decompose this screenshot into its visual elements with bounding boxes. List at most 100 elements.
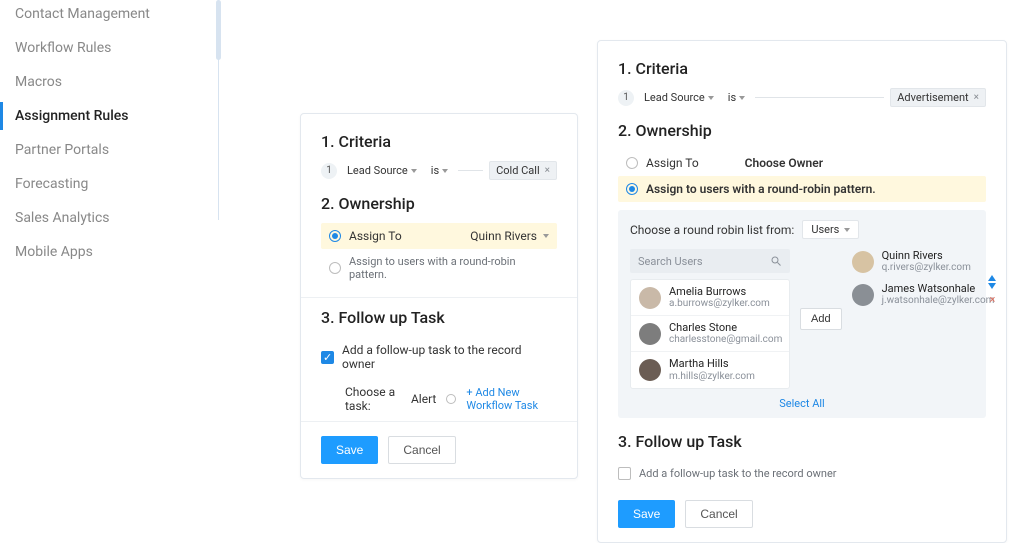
criteria-value-line [755,97,884,98]
close-icon[interactable]: × [974,92,979,103]
round-robin-head: Choose a round robin list from: Users [630,220,974,239]
avatar [639,359,661,381]
criteria-value-chip[interactable]: Cold Call × [489,161,557,180]
criteria-operator-select[interactable]: is [724,89,749,106]
radio-icon[interactable] [446,394,456,404]
selected-user-item[interactable]: Quinn Rivers q.rivers@zylker.com [852,249,995,274]
criteria-row: 1 Lead Source is Cold Call × [321,161,557,180]
user-name: Martha Hills [669,357,755,370]
reorder-controls: × [988,275,996,306]
sidebar-item-macros[interactable]: Macros [0,68,200,96]
round-robin-option[interactable]: Assign to users with a round-robin patte… [618,176,986,202]
available-users-column: Search Users Amelia Burrows a.burrows@zy… [630,249,790,389]
checkbox-icon [321,351,334,364]
followup-checkbox-label: Add a follow-up task to the record owner [639,467,837,480]
button-row: Save Cancel [321,436,557,464]
owner-select[interactable]: Quinn Rivers [470,229,549,243]
user-email: a.burrows@zylker.com [669,298,770,310]
criteria-value-chip[interactable]: Advertisement × [890,88,986,107]
checkbox-icon [618,467,631,480]
search-icon [770,255,782,267]
selected-user-item[interactable]: James Watsonhale j.watsonhale@zylker.com [852,282,995,307]
cancel-button[interactable]: Cancel [388,436,455,464]
user-name: Amelia Burrows [669,285,770,298]
choose-owner-label: Choose Owner [745,156,823,170]
add-workflow-task-link[interactable]: + Add New Workflow Task [466,386,557,412]
round-robin-option[interactable]: Assign to users with a round-robin patte… [321,249,557,287]
chevron-down-icon [411,169,417,173]
sidebar-nav: Contact Management Workflow Rules Macros… [0,0,210,272]
avatar [852,251,874,273]
close-icon[interactable]: × [545,165,550,176]
round-robin-box: Choose a round robin list from: Users Se… [618,210,986,418]
ownership-title: 2. Ownership [321,194,557,213]
user-email: j.watsonhale@zylker.com [882,295,995,307]
button-row: Save Cancel [618,500,986,528]
ownership-title: 2. Ownership [618,121,986,140]
criteria-field-select[interactable]: Lead Source [343,162,421,179]
sidebar-item-assignment-rules[interactable]: Assignment Rules [0,102,200,130]
round-robin-head-label: Choose a round robin list from: [630,223,794,237]
user-item[interactable]: Martha Hills m.hills@zylker.com [631,352,789,387]
rule-panel-right: 1. Criteria 1 Lead Source is Advertiseme… [597,40,1007,543]
assign-to-label: Assign To [349,229,402,243]
avatar [852,284,874,306]
sidebar-item-partner-portals[interactable]: Partner Portals [0,136,200,164]
criteria-index: 1 [618,90,634,106]
chevron-down-icon [543,234,549,238]
owner-value: Quinn Rivers [470,229,537,243]
round-robin-from-select[interactable]: Users [802,220,859,239]
choose-task-value: Alert [411,392,436,406]
avatar [639,287,661,309]
sidebar-item-contact-management[interactable]: Contact Management [0,0,200,28]
save-button[interactable]: Save [321,436,378,464]
cancel-button[interactable]: Cancel [685,500,752,528]
sidebar-item-forecasting[interactable]: Forecasting [0,170,200,198]
criteria-title: 1. Criteria [321,132,557,151]
choose-task-label: Choose a task: [345,385,401,413]
criteria-index: 1 [321,163,337,179]
sidebar-item-workflow-rules[interactable]: Workflow Rules [0,34,200,62]
select-all-link[interactable]: Select All [630,389,974,410]
move-down-icon[interactable] [988,283,996,289]
round-robin-label: Assign to users with a round-robin patte… [646,182,876,196]
sidebar-item-mobile-apps[interactable]: Mobile Apps [0,238,200,266]
criteria-field-label: Lead Source [644,91,705,104]
criteria-title: 1. Criteria [618,59,986,78]
criteria-field-label: Lead Source [347,164,408,177]
user-item[interactable]: Amelia Burrows a.burrows@zylker.com [631,280,789,316]
round-robin-label: Assign to users with a round-robin patte… [349,255,549,281]
user-email: charlesstone@gmail.com [669,334,782,346]
selected-users-column: Quinn Rivers q.rivers@zylker.com James W… [852,249,995,389]
user-name: James Watsonhale [882,282,995,295]
save-button[interactable]: Save [618,500,675,528]
chevron-down-icon [442,169,448,173]
chevron-down-icon [708,96,714,100]
user-item[interactable]: Charles Stone charlesstone@gmail.com [631,316,789,352]
assign-to-option[interactable]: Assign To Quinn Rivers [321,223,557,249]
remove-icon[interactable]: × [989,293,995,306]
available-users-list: Amelia Burrows a.burrows@zylker.com Char… [630,279,790,389]
sidebar-divider [218,0,219,220]
search-placeholder: Search Users [638,255,703,268]
user-email: q.rivers@zylker.com [882,262,971,274]
sidebar-item-sales-analytics[interactable]: Sales Analytics [0,204,200,232]
followup-title: 3. Follow up Task [321,308,557,327]
chevron-down-icon [844,228,850,232]
criteria-value-line [458,170,483,171]
followup-title: 3. Follow up Task [618,432,986,451]
criteria-field-select[interactable]: Lead Source [640,89,718,106]
criteria-operator-select[interactable]: is [427,162,452,179]
followup-checkbox-row[interactable]: Add a follow-up task to the record owner [618,461,986,486]
assign-to-option[interactable]: Assign To Choose Owner [618,150,986,176]
criteria-row: 1 Lead Source is Advertisement × [618,88,986,107]
assign-to-label: Assign To [646,156,699,170]
search-users-input[interactable]: Search Users [630,249,790,273]
criteria-value-text: Advertisement [897,91,968,104]
add-user-button[interactable]: Add [800,308,842,330]
radio-icon [329,230,341,242]
radio-icon [329,262,341,274]
followup-checkbox-row[interactable]: Add a follow-up task to the record owner [321,337,557,377]
avatar [639,323,661,345]
move-up-icon[interactable] [988,275,996,281]
